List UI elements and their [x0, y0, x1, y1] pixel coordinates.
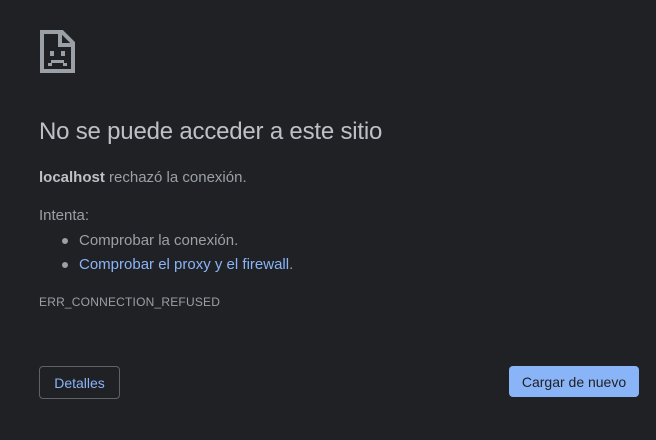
check-proxy-firewall-link[interactable]: Comprobar el proxy y el firewall: [79, 256, 289, 273]
error-summary: localhost rechazó la conexión.: [39, 169, 247, 186]
error-summary-message: rechazó la conexión.: [104, 169, 247, 186]
sad-page-icon: [39, 29, 76, 74]
suggestion-text: Comprobar la conexión.: [79, 232, 239, 249]
suggestions-list: Comprobar la conexión. Comprobar el prox…: [39, 231, 293, 279]
host-name: localhost: [39, 169, 105, 186]
bullet-icon: [62, 238, 68, 244]
suggestion-item-check-connection: Comprobar la conexión.: [39, 231, 293, 255]
details-button[interactable]: Detalles: [39, 366, 120, 399]
suggestion-item-check-proxy-firewall: Comprobar el proxy y el firewall.: [39, 255, 293, 279]
suggestions-heading: Intenta:: [39, 207, 90, 224]
reload-button[interactable]: Cargar de nuevo: [509, 366, 639, 397]
error-code: ERR_CONNECTION_REFUSED: [39, 295, 221, 309]
error-page: No se puede acceder a este sitio localho…: [0, 0, 656, 440]
page-title: No se puede acceder a este sitio: [39, 118, 383, 145]
bullet-icon: [62, 262, 68, 268]
suggestion-suffix: .: [289, 256, 294, 273]
